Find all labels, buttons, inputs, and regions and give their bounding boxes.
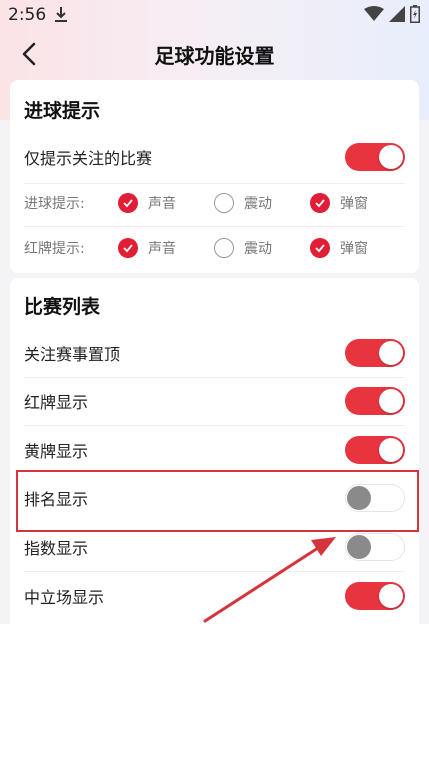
download-icon: [55, 7, 67, 22]
option-label: 弹窗: [340, 196, 368, 212]
red-card-display-toggle[interactable]: [345, 387, 405, 415]
battery-icon: [410, 5, 420, 23]
pin-followed-toggle[interactable]: [345, 339, 405, 367]
checked-circle-icon: [310, 193, 330, 213]
section-title-goal: 进球提示: [24, 100, 101, 122]
follow-only-label: 仅提示关注的比赛: [24, 149, 153, 168]
status-time: 2:56: [8, 5, 47, 25]
goal-alert-card: 进球提示 仅提示关注的比赛 进球提示: 声音 震动 弹窗 红牌提示: 声音 震动…: [10, 80, 419, 273]
bottom-area: [0, 624, 429, 762]
unchecked-circle-icon: [214, 238, 234, 258]
goal-alert-popup-option[interactable]: 弹窗: [310, 192, 368, 214]
red-card-alert-label: 红牌提示:: [24, 241, 85, 257]
goal-alert-row: 进球提示: 声音 震动 弹窗: [24, 188, 405, 218]
divider: [24, 226, 405, 227]
red-card-alert-row: 红牌提示: 声音 震动 弹窗: [24, 233, 405, 263]
option-label: 弹窗: [340, 241, 368, 257]
red-card-display-row: 红牌显示: [24, 377, 405, 425]
odds-display-toggle[interactable]: [345, 533, 405, 561]
toggle-knob: [347, 535, 371, 559]
setting-label: 中立场显示: [24, 588, 105, 607]
yellow-card-display-row: 黄牌显示: [24, 426, 405, 474]
signal-icon: [389, 6, 405, 22]
checked-circle-icon: [118, 238, 138, 258]
toggle-knob: [379, 389, 403, 413]
checked-circle-icon: [118, 193, 138, 213]
pin-followed-row: 关注赛事置顶: [24, 329, 405, 377]
yellow-card-display-toggle[interactable]: [345, 436, 405, 464]
toggle-knob: [379, 438, 403, 462]
goal-alert-sound-option[interactable]: 声音: [118, 192, 176, 214]
status-bar: 2:56: [0, 0, 429, 28]
red-alert-sound-option[interactable]: 声音: [118, 237, 176, 259]
toggle-knob: [379, 145, 403, 169]
unchecked-circle-icon: [214, 193, 234, 213]
settings-page: 2:56 足球功能设置 进球提示 仅提示关注的比赛 进球提示: 声音 震动 弹窗…: [0, 0, 429, 762]
setting-label: 指数显示: [24, 539, 89, 558]
goal-alert-label: 进球提示:: [24, 196, 85, 212]
highlight-box: [16, 470, 419, 532]
wifi-icon: [364, 6, 384, 21]
toggle-knob: [379, 341, 403, 365]
follow-only-row: 仅提示关注的比赛: [24, 133, 405, 181]
match-list-card: 比赛列表 关注赛事置顶 红牌显示 黄牌显示 排名显示 指数显示 中立场显示: [10, 278, 419, 624]
section-title-match-list: 比赛列表: [24, 296, 101, 318]
checked-circle-icon: [310, 238, 330, 258]
neutral-venue-toggle[interactable]: [345, 582, 405, 610]
red-alert-popup-option[interactable]: 弹窗: [310, 237, 368, 259]
red-alert-vibrate-option[interactable]: 震动: [214, 237, 272, 259]
follow-only-toggle[interactable]: [345, 143, 405, 171]
option-label: 声音: [148, 241, 176, 257]
setting-label: 关注赛事置顶: [24, 345, 121, 364]
header: 足球功能设置: [0, 32, 429, 76]
option-label: 声音: [148, 196, 176, 212]
neutral-venue-row: 中立场显示: [24, 572, 405, 620]
setting-label: 黄牌显示: [24, 442, 89, 461]
toggle-knob: [379, 584, 403, 608]
option-label: 震动: [244, 196, 272, 212]
setting-label: 红牌显示: [24, 393, 89, 412]
goal-alert-vibrate-option[interactable]: 震动: [214, 192, 272, 214]
page-title: 足球功能设置: [154, 44, 275, 68]
divider: [24, 183, 405, 184]
option-label: 震动: [244, 241, 272, 257]
